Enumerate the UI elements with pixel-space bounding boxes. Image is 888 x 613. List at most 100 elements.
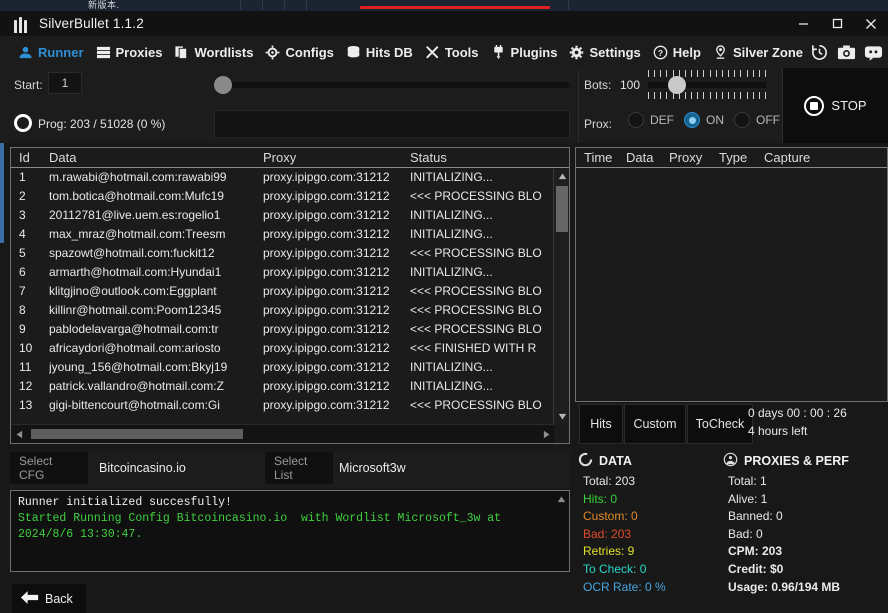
select-list-button[interactable]: Select List <box>265 452 333 484</box>
window-controls <box>786 11 888 36</box>
cell-id: 11 <box>19 360 32 374</box>
scroll-right-icon[interactable] <box>538 425 554 443</box>
table-row[interactable]: 5 spazowt@hotmail.com:fuckit12 proxy.ipipg… <box>11 244 569 263</box>
table-row[interactable]: 8 killinr@hotmail.com:Poom12345 proxy.ipip… <box>11 301 569 320</box>
scroll-up-icon[interactable] <box>554 169 570 184</box>
proxies-icon <box>96 45 111 60</box>
hits-column-data[interactable]: Data <box>626 150 653 165</box>
cell-status: INITIALIZING... <box>410 208 493 222</box>
scroll-left-icon[interactable] <box>11 425 27 443</box>
proxy-radio-off[interactable] <box>734 112 750 128</box>
selected-list-value: Microsoft3w <box>339 461 406 475</box>
hits-column-proxy[interactable]: Proxy <box>669 150 702 165</box>
nav-item-wordlists[interactable]: Wordlists <box>168 36 259 68</box>
minimize-button[interactable] <box>786 11 820 36</box>
elapsed-time: 0 days 00 : 00 : 26 <box>748 406 847 420</box>
nav-item-configs[interactable]: Configs <box>259 36 339 68</box>
proxy-radio-def[interactable] <box>628 112 644 128</box>
table-hscroll-thumb[interactable] <box>31 429 243 439</box>
svg-text:?: ? <box>658 47 663 57</box>
bots-slider-track[interactable] <box>648 82 766 88</box>
column-header-status[interactable]: Status <box>410 150 558 165</box>
stop-label: STOP <box>831 98 867 113</box>
cell-data: 20112781@live.uem.es:rogelio1 <box>49 208 221 222</box>
progress-text: Prog: 203 / 51028 (0 %) <box>38 117 166 131</box>
table-row[interactable]: 9 pablodelavarga@hotmail.com:tr proxy.ipip… <box>11 320 569 339</box>
hits-results-panel: Time Data Proxy Type Capture <box>575 147 888 402</box>
runner-log[interactable]: Runner initialized succesfully! Started R… <box>10 490 570 572</box>
back-button[interactable]: Back <box>12 584 86 613</box>
nav-item-proxies[interactable]: Proxies <box>90 36 169 68</box>
table-row[interactable]: 7 klitgjino@outlook.com:Eggplant proxy.ipi… <box>11 282 569 301</box>
cell-data: tom.botica@hotmail.com:Mufc19 <box>49 189 224 203</box>
stat-line: Usage: 0.96/194 MB <box>728 579 841 594</box>
nav-item-tools[interactable]: Tools <box>419 36 485 68</box>
cell-proxy: proxy.ipipgo.com:31212 <box>263 246 390 260</box>
hits-column-time[interactable]: Time <box>584 150 612 165</box>
tab-custom[interactable]: Custom <box>624 404 686 444</box>
tab-hits[interactable]: Hits <box>579 404 623 444</box>
app-title: SilverBullet 1.1.2 <box>39 16 144 31</box>
table-row[interactable]: 4 max_mraz@hotmail.com:Treesm proxy.ipipgo… <box>11 225 569 244</box>
table-row[interactable]: 2 tom.botica@hotmail.com:Mufc19 proxy.ipip… <box>11 187 569 206</box>
table-row[interactable]: 12 patrick.vallandro@hotmail.com:Z proxy.i… <box>11 377 569 396</box>
start-slider-track[interactable] <box>214 82 570 88</box>
log-line: Started Running Config Bitcoincasino.io … <box>18 512 502 525</box>
nav-item-settings[interactable]: Settings <box>563 36 646 68</box>
start-slider-knob[interactable] <box>214 76 232 94</box>
progress-spinner-icon <box>14 114 32 132</box>
silverbullet-window: 新版本. SilverBullet 1.1.2 Runner Proxies W… <box>0 0 888 613</box>
table-scroll-thumb[interactable] <box>556 186 568 232</box>
close-button[interactable] <box>854 11 888 36</box>
nav-label-silver-zone: Silver Zone <box>732 44 804 60</box>
cell-proxy: proxy.ipipgo.com:31212 <box>263 189 390 203</box>
table-horizontal-scrollbar[interactable] <box>11 424 554 443</box>
proxies-perf-icon <box>723 452 738 470</box>
cell-proxy: proxy.ipipgo.com:31212 <box>263 284 390 298</box>
hits-column-type[interactable]: Type <box>719 150 747 165</box>
table-header-row: Id Data Proxy Status <box>11 148 569 168</box>
help-icon: ? <box>653 45 668 60</box>
background-window-title: 新版本. <box>88 0 120 10</box>
cell-status: <<< FINISHED WITH R <box>410 341 537 355</box>
table-row[interactable]: 3 20112781@live.uem.es:rogelio1 proxy.ipip… <box>11 206 569 225</box>
column-header-id[interactable]: Id <box>19 150 30 165</box>
nav-item-help[interactable]: ? Help <box>647 36 707 68</box>
select-cfg-button[interactable]: Select CFG <box>10 452 88 484</box>
stop-button[interactable]: STOP <box>783 68 888 143</box>
stat-line: Bad: 203 <box>583 526 632 541</box>
table-vertical-scrollbar[interactable] <box>553 169 569 424</box>
nav-item-plugins[interactable]: Plugins <box>485 36 564 68</box>
cell-id: 1 <box>19 170 26 184</box>
stat-line: Bad: 0 <box>728 526 763 541</box>
column-header-proxy[interactable]: Proxy <box>263 150 403 165</box>
camera-icon[interactable] <box>836 42 856 62</box>
history-icon[interactable] <box>809 42 829 62</box>
cell-data: m.rawabi@hotmail.com:rawabi99 <box>49 170 227 184</box>
nav-label-proxies: Proxies <box>115 44 163 60</box>
cell-data: africaydori@hotmail.com:ariosto <box>49 341 221 355</box>
cell-proxy: proxy.ipipgo.com:31212 <box>263 303 390 317</box>
table-row[interactable]: 11 jyoung_156@hotmail.com:Bkyj19 proxy.ipi… <box>11 358 569 377</box>
proxy-radio-on[interactable] <box>684 112 700 128</box>
log-scroll-up-icon[interactable] <box>556 494 567 504</box>
table-row[interactable]: 6 armarth@hotmail.com:Hyundai1 proxy.ipipg… <box>11 263 569 282</box>
column-header-data[interactable]: Data <box>49 150 254 165</box>
tab-tocheck[interactable]: ToCheck <box>687 404 753 444</box>
nav-label-wordlists: Wordlists <box>194 44 254 60</box>
start-input[interactable]: 1 <box>48 72 82 94</box>
nav-item-runner[interactable]: Runner <box>12 36 90 68</box>
maximize-button[interactable] <box>820 11 854 36</box>
scroll-down-icon[interactable] <box>554 409 570 424</box>
cell-data: gigi-bittencourt@hotmail.com:Gi <box>49 398 220 412</box>
table-row[interactable]: 10 africaydori@hotmail.com:ariosto proxy.i… <box>11 339 569 358</box>
hits-column-capture[interactable]: Capture <box>764 150 810 165</box>
nav-item-silver-zone[interactable]: Silver Zone <box>707 36 809 68</box>
title-bar[interactable]: SilverBullet 1.1.2 <box>0 11 888 36</box>
bots-label: Bots: <box>584 78 612 92</box>
stat-line: Retries: 9 <box>583 544 635 559</box>
discord-icon[interactable] <box>863 42 883 62</box>
nav-item-hits-db[interactable]: Hits DB <box>340 36 419 68</box>
table-row[interactable]: 1 m.rawabi@hotmail.com:rawabi99 proxy.ipip… <box>11 168 569 187</box>
table-row[interactable]: 13 gigi-bittencourt@hotmail.com:Gi proxy.i… <box>11 396 569 415</box>
